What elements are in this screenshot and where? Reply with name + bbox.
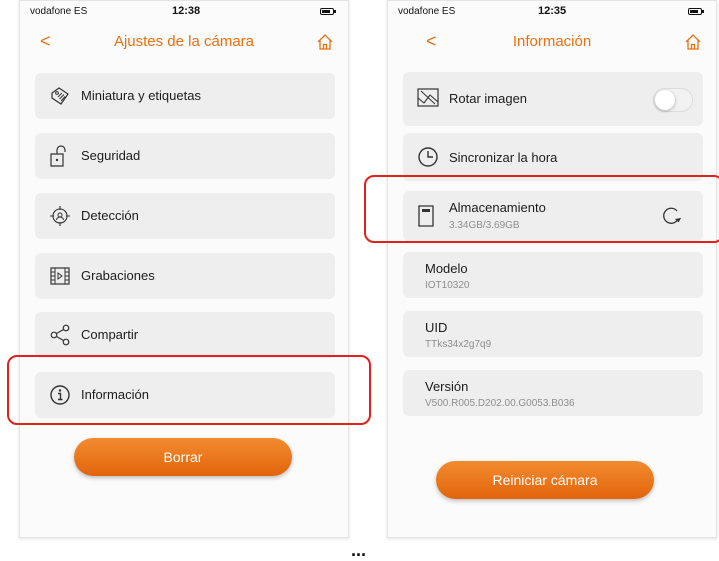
highlight-information — [7, 355, 371, 425]
model-value: IOT10320 — [425, 280, 470, 291]
version-row: Versión V500.R005.D202.00.G0053.B036 — [403, 370, 703, 416]
battery-icon — [320, 8, 336, 15]
menu-item-label: Miniatura y etiquetas — [81, 88, 201, 103]
menu-item-recordings[interactable]: Grabaciones — [35, 253, 335, 299]
carrier-label: vodafone ES — [30, 6, 88, 17]
menu-item-detection[interactable]: Detección — [35, 193, 335, 239]
restart-camera-button[interactable]: Reiniciar cámara — [436, 461, 654, 499]
camera-settings-screen: vodafone ES 12:38 < Ajustes de la cámara… — [19, 0, 349, 538]
menu-item-security[interactable]: Seguridad — [35, 133, 335, 179]
information-screen: vodafone ES 12:35 < Información Rotar im… — [387, 0, 717, 538]
clock: 12:35 — [538, 5, 567, 17]
sync-time-row[interactable]: Sincronizar la hora — [403, 133, 703, 181]
uid-label: UID — [425, 320, 448, 335]
menu-item-label: Detección — [81, 208, 139, 223]
target-icon — [50, 206, 70, 226]
uid-value: TTks34x2g7q9 — [425, 339, 492, 350]
battery-icon — [688, 8, 704, 15]
rotate-image-label: Rotar imagen — [449, 91, 528, 106]
home-icon[interactable] — [684, 33, 702, 51]
menu-item-label: Compartir — [81, 327, 139, 342]
rotate-image-toggle[interactable] — [653, 88, 693, 112]
clock-icon — [418, 147, 438, 167]
version-label: Versión — [425, 379, 469, 394]
rotate-image-icon — [417, 88, 439, 107]
version-value: V500.R005.D202.00.G0053.B036 — [425, 398, 575, 409]
padlock-icon — [50, 145, 66, 167]
model-label: Modelo — [425, 261, 468, 276]
carrier-label: vodafone ES — [398, 6, 456, 17]
delete-button[interactable]: Borrar — [74, 438, 292, 476]
status-bar: vodafone ES 12:38 — [20, 1, 348, 23]
nav-bar: < Ajustes de la cámara — [20, 25, 348, 59]
page-title: Información — [512, 33, 592, 50]
film-icon — [50, 267, 70, 285]
menu-item-label: Seguridad — [81, 148, 141, 163]
rotate-image-row: Rotar imagen — [403, 72, 703, 126]
sync-time-label: Sincronizar la hora — [449, 150, 558, 165]
nav-bar: < Información — [388, 25, 716, 59]
share-icon — [50, 324, 70, 346]
model-row: Modelo IOT10320 — [403, 252, 703, 298]
menu-item-label: Grabaciones — [81, 268, 155, 283]
highlight-storage — [364, 175, 719, 243]
menu-item-share[interactable]: Compartir — [35, 312, 335, 358]
ellipsis: ... — [351, 540, 367, 560]
clock: 12:38 — [172, 5, 201, 17]
tag-icon — [51, 87, 69, 105]
status-bar: vodafone ES 12:35 — [388, 1, 716, 23]
toggle-knob — [655, 90, 675, 110]
uid-row: UID TTks34x2g7q9 — [403, 311, 703, 357]
menu-item-thumbnail-tags[interactable]: Miniatura y etiquetas — [35, 73, 335, 119]
home-icon[interactable] — [316, 33, 334, 51]
page-title: Ajustes de la cámara — [113, 33, 255, 50]
